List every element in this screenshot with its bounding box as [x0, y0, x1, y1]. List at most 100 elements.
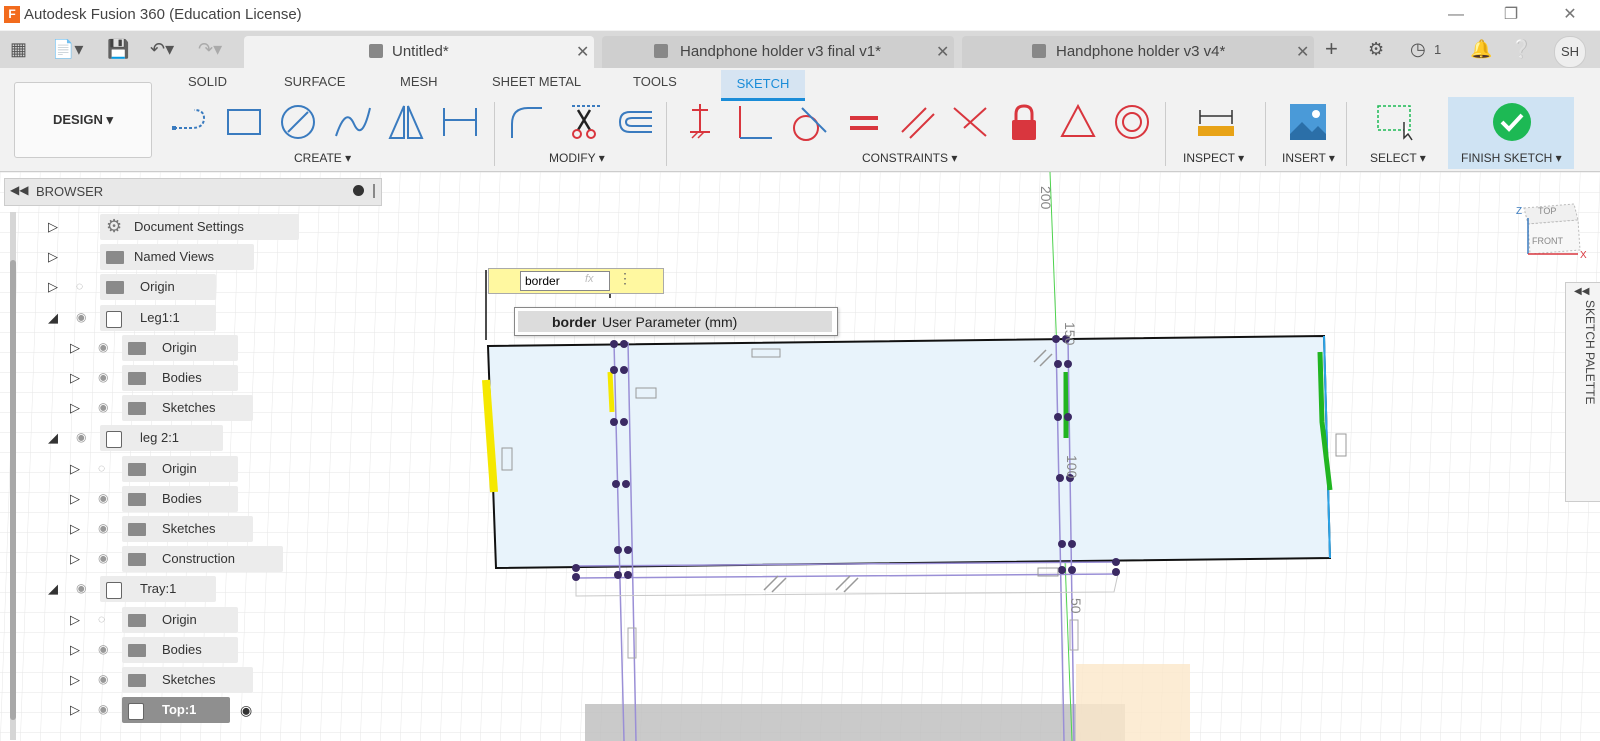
coincident-constraint-icon[interactable] [680, 102, 720, 142]
browser-node[interactable]: ▷ Named Views [0, 244, 370, 270]
workspace-switcher-button[interactable]: DESIGN ▾ [14, 82, 152, 158]
symmetry-constraint-icon[interactable] [1058, 102, 1098, 142]
app-grid-icon[interactable]: ▦ [10, 39, 27, 59]
undo-icon[interactable]: ↶▾ [150, 39, 174, 59]
expand-triangle-icon[interactable]: ▷ [48, 279, 58, 295]
browser-node[interactable]: ▷ ◉ Origin [0, 335, 370, 361]
select-group-menu[interactable]: SELECT ▾ [1370, 151, 1426, 165]
browser-node[interactable]: ▷ ⚙ Document Settings [0, 214, 370, 240]
line-tool-icon[interactable] [170, 102, 210, 142]
concentric-constraint-icon[interactable] [1112, 102, 1152, 142]
expand-triangle-icon[interactable]: ▷ [70, 400, 80, 416]
trim-scissors-icon[interactable] [564, 102, 604, 142]
tab-sketch[interactable]: SKETCH [721, 70, 805, 101]
browser-node[interactable]: ▷ ◌ Origin [0, 607, 370, 633]
view-cube-front-label[interactable]: FRONT [1532, 236, 1563, 246]
spline-tool-icon[interactable] [332, 102, 372, 142]
notification-bell-icon[interactable]: 🔔 [1470, 39, 1492, 59]
browser-node[interactable]: ◢ ◉ Leg1:1 [0, 305, 370, 331]
expand-triangle-icon[interactable]: ▷ [70, 521, 80, 537]
browser-options-icon[interactable] [353, 185, 364, 196]
close-icon[interactable]: ✕ [1296, 42, 1309, 62]
minimize-icon[interactable]: — [1436, 4, 1476, 26]
browser-node[interactable]: ▷ ◉ Bodies [0, 365, 370, 391]
rectangle-tool-icon[interactable] [224, 102, 264, 142]
fix-lock-icon[interactable] [1004, 102, 1044, 142]
collapse-triangle-icon[interactable]: ◢ [48, 430, 58, 446]
more-options-icon[interactable]: ⋮ [618, 270, 632, 287]
fillet-tool-icon[interactable] [506, 102, 546, 142]
visibility-eye-icon[interactable]: ◉ [98, 370, 108, 384]
file-menu-icon[interactable]: 📄▾ [52, 39, 83, 59]
activate-radio-icon[interactable]: ◉ [240, 702, 252, 719]
expand-triangle-icon[interactable]: ▷ [70, 642, 80, 658]
browser-node[interactable]: ◢ ◉ Tray:1 [0, 576, 370, 602]
help-icon[interactable]: ❔ [1510, 39, 1532, 59]
tab-handphone-holder-v3-v4[interactable]: Handphone holder v3 v4* ✕ [962, 36, 1314, 68]
data-panel-icon[interactable]: ⚙ [1368, 39, 1384, 59]
visibility-hidden-icon[interactable]: ◌ [76, 279, 83, 293]
collapse-browser-icon[interactable]: ◀◀ [10, 183, 28, 197]
collapse-triangle-icon[interactable]: ◢ [48, 310, 58, 326]
restore-icon[interactable]: ❐ [1491, 4, 1531, 26]
browser-node[interactable]: ▷ ◌ Origin [0, 274, 370, 300]
new-tab-icon[interactable]: + [1325, 38, 1338, 60]
visibility-eye-icon[interactable]: ◉ [98, 642, 108, 656]
close-icon[interactable]: ✕ [576, 42, 589, 62]
visibility-hidden-icon[interactable]: ◌ [98, 461, 105, 475]
tab-surface[interactable]: SURFACE [284, 74, 345, 89]
expand-triangle-icon[interactable]: ▷ [70, 672, 80, 688]
pin-icon[interactable] [373, 184, 375, 198]
finish-sketch-check-icon[interactable] [1492, 102, 1532, 142]
collinear-constraint-icon[interactable] [950, 102, 990, 142]
browser-node[interactable]: ▷ ◉ Bodies [0, 637, 370, 663]
parallel-constraint-icon[interactable] [898, 102, 938, 142]
insert-image-icon[interactable] [1288, 102, 1328, 142]
tab-mesh[interactable]: MESH [400, 74, 438, 89]
select-window-icon[interactable] [1374, 102, 1414, 142]
expand-palette-icon[interactable]: ◀◀ [1574, 286, 1589, 297]
visibility-eye-icon[interactable]: ◉ [76, 310, 86, 324]
modify-group-menu[interactable]: MODIFY ▾ [549, 151, 605, 165]
visibility-eye-icon[interactable]: ◉ [98, 491, 108, 505]
browser-node[interactable]: ◢ ◉ leg 2:1 [0, 425, 370, 451]
visibility-eye-icon[interactable]: ◉ [76, 430, 86, 444]
finish-sketch-menu[interactable]: FINISH SKETCH ▾ [1461, 151, 1562, 165]
tab-handphone-holder-v3-final[interactable]: Handphone holder v3 final v1* ✕ [602, 36, 954, 68]
visibility-eye-icon[interactable]: ◉ [98, 702, 108, 716]
collapse-triangle-icon[interactable]: ◢ [48, 581, 58, 597]
visibility-eye-icon[interactable]: ◉ [76, 581, 86, 595]
tab-tools[interactable]: TOOLS [633, 74, 677, 89]
expand-triangle-icon[interactable]: ▷ [70, 702, 80, 718]
offset-tool-icon[interactable] [614, 102, 654, 142]
user-avatar[interactable]: SH [1554, 36, 1586, 68]
expand-triangle-icon[interactable]: ▷ [48, 249, 58, 265]
tangent-constraint-icon[interactable] [788, 102, 828, 142]
tab-solid[interactable]: SOLID [188, 74, 227, 89]
close-icon[interactable]: ✕ [1550, 4, 1590, 26]
visibility-eye-icon[interactable]: ◉ [98, 551, 108, 565]
expand-triangle-icon[interactable]: ▷ [48, 219, 58, 235]
mirror-tool-icon[interactable] [386, 102, 426, 142]
inspect-group-menu[interactable]: INSPECT ▾ [1183, 151, 1244, 165]
browser-node[interactable]: ▷ ◉ Sketches [0, 667, 370, 693]
redo-icon[interactable]: ↷▾ [198, 39, 222, 59]
measure-ruler-icon[interactable] [1196, 102, 1236, 142]
expand-triangle-icon[interactable]: ▷ [70, 340, 80, 356]
visibility-eye-icon[interactable]: ◉ [98, 672, 108, 686]
expand-triangle-icon[interactable]: ▷ [70, 370, 80, 386]
browser-node[interactable]: ▷ ◌ Origin [0, 456, 370, 482]
close-icon[interactable]: ✕ [936, 42, 949, 62]
fx-icon[interactable]: fx [585, 273, 594, 285]
save-icon[interactable]: 💾 [107, 39, 129, 59]
visibility-eye-icon[interactable]: ◉ [98, 340, 108, 354]
visibility-eye-icon[interactable]: ◉ [98, 521, 108, 535]
constraints-group-menu[interactable]: CONSTRAINTS ▾ [862, 151, 957, 165]
sketch-dimension-icon[interactable] [440, 102, 480, 142]
browser-node[interactable]: ▷ ◉ Bodies [0, 486, 370, 512]
dimension-value-input[interactable] [520, 271, 610, 291]
job-status-icon[interactable]: ◷ [1410, 39, 1426, 59]
insert-group-menu[interactable]: INSERT ▾ [1282, 151, 1335, 165]
expand-triangle-icon[interactable]: ▷ [70, 551, 80, 567]
circle-tool-icon[interactable] [278, 102, 318, 142]
